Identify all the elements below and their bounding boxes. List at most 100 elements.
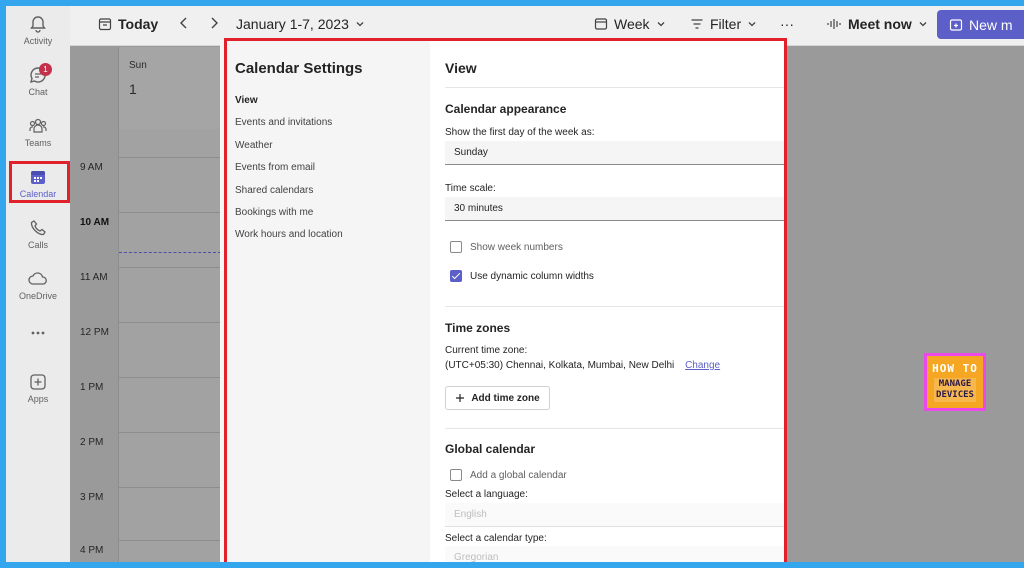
change-tz-link[interactable]: Change (685, 360, 720, 371)
add-global-calendar-checkbox[interactable] (450, 469, 462, 481)
calendar-highlight-box (9, 161, 70, 203)
rail-item-chat[interactable]: 1 Chat (6, 61, 70, 107)
day-number: 1 (129, 81, 137, 97)
settings-nav: Calendar Settings View Events and invita… (220, 40, 430, 562)
rail-item-teams[interactable]: Teams (6, 112, 70, 158)
today-button[interactable]: Today (98, 16, 158, 32)
more-options-button[interactable]: ··· (780, 16, 794, 32)
bell-icon (30, 16, 46, 33)
add-time-zone-label: Add time zone (471, 392, 540, 404)
teams-window: Activity 1 Chat Teams Calendar Calls One… (6, 6, 1024, 562)
time-label: 12 PM (80, 327, 109, 338)
time-column: 9 AM 10 AM 11 AM 12 PM 1 PM 2 PM 3 PM 4 … (70, 129, 118, 562)
first-day-select[interactable]: Sunday (445, 141, 787, 165)
today-label: Today (118, 16, 159, 32)
time-scale-select[interactable]: 30 minutes (445, 197, 787, 221)
hour-line (119, 377, 221, 378)
hour-line (119, 267, 221, 268)
language-label: Select a language: (445, 489, 528, 500)
meet-now-button[interactable]: Meet now (826, 16, 928, 32)
hour-line (119, 212, 221, 213)
plus-icon (456, 394, 465, 402)
settings-nav-events-invitations[interactable]: Events and invitations (235, 117, 332, 128)
dynamic-widths-checkbox[interactable] (450, 270, 462, 282)
settings-content: View Calendar appearance Show the first … (430, 40, 787, 562)
time-label: 11 AM (80, 272, 108, 283)
chevron-left-icon (180, 17, 187, 29)
new-meeting-button[interactable]: New m (937, 10, 1024, 39)
chevron-down-icon (657, 22, 665, 27)
settings-nav-bookings[interactable]: Bookings with me (235, 207, 313, 218)
date-range-picker[interactable]: January 1-7, 2023 (236, 16, 365, 32)
app-rail: Activity 1 Chat Teams Calendar Calls One… (6, 6, 70, 562)
day-grid[interactable] (118, 129, 221, 562)
dynamic-widths-label: Use dynamic column widths (470, 270, 594, 282)
chevron-right-icon (211, 17, 218, 29)
settings-nav-view[interactable]: View (235, 95, 258, 106)
section-title-time-zones: Time zones (445, 321, 511, 335)
settings-nav-weather[interactable]: Weather (235, 140, 273, 151)
time-scale-label: Time scale: (445, 183, 496, 194)
calendar-type-label: Select a calendar type: (445, 533, 547, 544)
rail-label: Calls (27, 240, 48, 250)
current-tz-row: (UTC+05:30) Chennai, Kolkata, Mumbai, Ne… (445, 360, 720, 371)
time-label-current: 10 AM (80, 217, 110, 228)
content-title: View (445, 60, 477, 76)
filter-label: Filter (710, 16, 742, 32)
current-time-line (119, 252, 221, 253)
rail-item-calls[interactable]: Calls (6, 214, 70, 260)
show-week-numbers-option[interactable]: Show week numbers (450, 241, 563, 253)
calendar-add-icon (949, 18, 963, 31)
add-time-zone-button[interactable]: Add time zone (445, 386, 550, 410)
chevron-down-icon (356, 22, 364, 27)
phone-icon (30, 220, 46, 236)
current-tz-value: (UTC+05:30) Chennai, Kolkata, Mumbai, Ne… (445, 360, 675, 371)
rail-label: OneDrive (18, 291, 57, 301)
rail-item-apps[interactable]: Apps (6, 368, 70, 414)
rail-item-onedrive[interactable]: OneDrive (6, 265, 70, 311)
dynamic-widths-option[interactable]: Use dynamic column widths (450, 270, 594, 282)
time-label: 2 PM (80, 437, 104, 448)
chevron-down-icon (748, 22, 756, 27)
hour-line (119, 487, 221, 488)
next-week-button[interactable] (208, 16, 220, 30)
week-view-icon (594, 18, 608, 30)
add-global-calendar-option[interactable]: Add a global calendar (450, 469, 567, 481)
hour-line (119, 432, 221, 433)
rail-item-more[interactable] (6, 322, 70, 368)
logo-line1: HOW TO (932, 362, 978, 375)
rail-label: Teams (24, 138, 52, 148)
rail-label: Apps (27, 394, 49, 404)
day-header[interactable]: Sun 1 (118, 47, 220, 129)
calendar-today-icon (98, 18, 112, 31)
how-to-manage-devices-logo: HOW TO MANAGE DEVICES (924, 353, 986, 411)
cloud-icon (28, 272, 47, 285)
settings-nav-events-from-email[interactable]: Events from email (235, 162, 315, 173)
rail-label: Activity (23, 36, 53, 46)
time-label: 4 PM (80, 545, 104, 556)
day-name: Sun (129, 60, 147, 71)
calendar-settings-dialog: Calendar Settings View Events and invita… (220, 40, 787, 562)
divider (445, 428, 787, 429)
more-icon (31, 331, 45, 335)
settings-nav-shared-calendars[interactable]: Shared calendars (235, 185, 313, 196)
add-global-calendar-label: Add a global calendar (470, 469, 567, 481)
dialog-title: Calendar Settings (235, 60, 363, 77)
language-select[interactable]: English (445, 503, 787, 527)
settings-nav-work-hours[interactable]: Work hours and location (235, 229, 343, 240)
filter-icon (691, 19, 703, 29)
view-selector[interactable]: Week (594, 16, 666, 32)
rail-item-activity[interactable]: Activity (6, 10, 70, 56)
hour-line (119, 322, 221, 323)
more-options-label: ··· (780, 16, 794, 32)
calendar-type-select[interactable]: Gregorian (445, 546, 787, 562)
teams-icon (29, 118, 47, 133)
chevron-down-icon (919, 22, 927, 27)
time-label: 3 PM (80, 492, 104, 503)
show-week-numbers-checkbox[interactable] (450, 241, 462, 253)
new-meeting-label: New m (969, 16, 1013, 33)
filter-button[interactable]: Filter (690, 16, 757, 32)
prev-week-button[interactable] (178, 16, 190, 30)
time-label: 1 PM (80, 382, 104, 393)
show-week-numbers-label: Show week numbers (470, 241, 563, 253)
